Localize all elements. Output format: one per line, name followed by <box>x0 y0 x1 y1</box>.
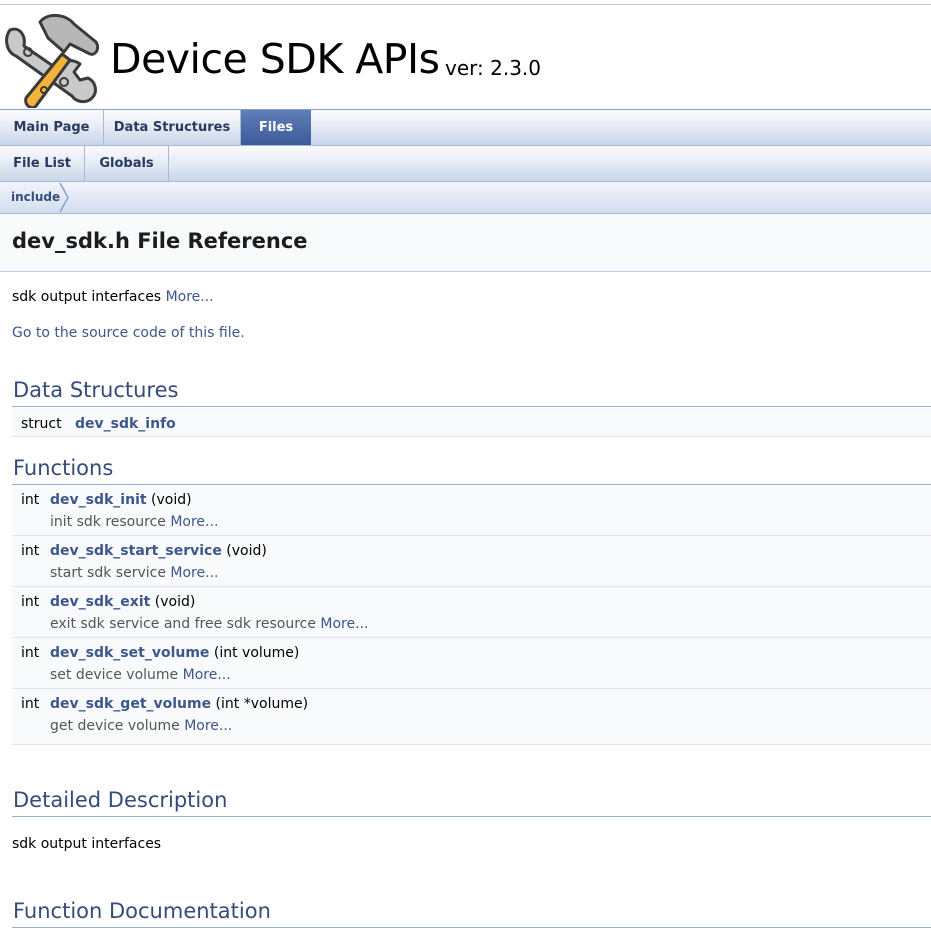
section-divider <box>12 927 931 928</box>
function-brief: set device volume More... <box>50 667 231 683</box>
function-return-type: int <box>21 543 40 559</box>
struct-keyword: struct <box>21 416 62 432</box>
tab-data-structures[interactable]: Data Structures <box>104 110 241 145</box>
brief-more-link[interactable]: More... <box>166 289 214 305</box>
function-args: (int *volume) <box>211 696 309 712</box>
function-link-dev-sdk-start-service[interactable]: dev_sdk_start_service <box>50 543 222 559</box>
project-version: ver: 2.3.0 <box>445 56 541 80</box>
function-desc-text: start sdk service <box>50 565 166 581</box>
function-link-dev-sdk-init[interactable]: dev_sdk_init <box>50 492 147 508</box>
function-link-dev-sdk-set-volume[interactable]: dev_sdk_set_volume <box>50 645 209 661</box>
wrench-hammer-logo-icon <box>5 14 100 108</box>
page-title: dev_sdk.h File Reference <box>12 229 308 253</box>
title-area: dev_sdk.h File Reference <box>0 214 931 272</box>
functions-heading: Functions <box>13 456 114 480</box>
function-link-dev-sdk-exit[interactable]: dev_sdk_exit <box>50 594 150 610</box>
project-name: Device SDK APIs <box>110 35 440 83</box>
project-header: Device SDK APIs ver: 2.3.0 <box>0 5 931 109</box>
function-desc-text: set device volume <box>50 667 179 683</box>
function-brief: exit sdk service and free sdk resource M… <box>50 616 368 632</box>
main-nav-tabs: Main Page Data Structures Files <box>0 109 931 145</box>
function-row: int dev_sdk_start_service (void) start s… <box>12 536 931 587</box>
struct-row: struct dev_sdk_info <box>12 407 931 437</box>
breadcrumb: include <box>0 181 931 214</box>
function-row: int dev_sdk_get_volume (int *volume) get… <box>12 689 931 745</box>
function-more-link[interactable]: More... <box>320 616 368 632</box>
function-more-link[interactable]: More... <box>183 667 231 683</box>
function-return-type: int <box>21 645 40 661</box>
function-desc-text: exit sdk service and free sdk resource <box>50 616 316 632</box>
tab-file-list[interactable]: File List <box>0 146 85 181</box>
tab-main-page[interactable]: Main Page <box>0 110 104 145</box>
function-signature: dev_sdk_init (void) <box>50 492 192 508</box>
function-row: int dev_sdk_set_volume (int volume) set … <box>12 638 931 689</box>
function-row: int dev_sdk_exit (void) exit sdk service… <box>12 587 931 638</box>
function-signature: dev_sdk_exit (void) <box>50 594 195 610</box>
function-desc-text: get device volume <box>50 718 180 734</box>
function-args: (void) <box>146 492 192 508</box>
function-signature: dev_sdk_start_service (void) <box>50 543 267 559</box>
breadcrumb-separator-icon <box>59 182 69 213</box>
function-brief: init sdk resource More... <box>50 514 218 530</box>
function-args: (int volume) <box>209 645 300 661</box>
function-more-link[interactable]: More... <box>184 718 232 734</box>
struct-dev-sdk-info-link[interactable]: dev_sdk_info <box>75 416 176 432</box>
struct-name-cell: dev_sdk_info <box>75 416 176 432</box>
source-code-link[interactable]: Go to the source code of this file. <box>12 325 245 341</box>
tab-files[interactable]: Files <box>241 110 311 145</box>
function-return-type: int <box>21 492 40 508</box>
function-args: (void) <box>221 543 267 559</box>
function-brief: get device volume More... <box>50 718 232 734</box>
function-signature: dev_sdk_set_volume (int volume) <box>50 645 299 661</box>
breadcrumb-include[interactable]: include <box>11 182 60 213</box>
function-brief: start sdk service More... <box>50 565 218 581</box>
function-return-type: int <box>21 696 40 712</box>
function-signature: dev_sdk_get_volume (int *volume) <box>50 696 308 712</box>
brief-text: sdk output interfaces <box>12 289 162 305</box>
function-desc-text: init sdk resource <box>50 514 166 530</box>
brief-description: sdk output interfaces More... <box>12 289 214 305</box>
function-more-link[interactable]: More... <box>170 514 218 530</box>
function-link-dev-sdk-get-volume[interactable]: dev_sdk_get_volume <box>50 696 211 712</box>
function-row: int dev_sdk_init (void) init sdk resourc… <box>12 485 931 536</box>
function-return-type: int <box>21 594 40 610</box>
sub-nav-tabs: File List Globals <box>0 145 931 181</box>
function-more-link[interactable]: More... <box>170 565 218 581</box>
tab-globals[interactable]: Globals <box>85 146 169 181</box>
detailed-description-heading: Detailed Description <box>13 788 228 812</box>
detailed-description-text: sdk output interfaces <box>12 836 162 852</box>
function-args: (void) <box>150 594 196 610</box>
section-divider <box>12 816 931 817</box>
function-documentation-heading: Function Documentation <box>13 899 271 923</box>
data-structures-heading: Data Structures <box>13 378 179 402</box>
